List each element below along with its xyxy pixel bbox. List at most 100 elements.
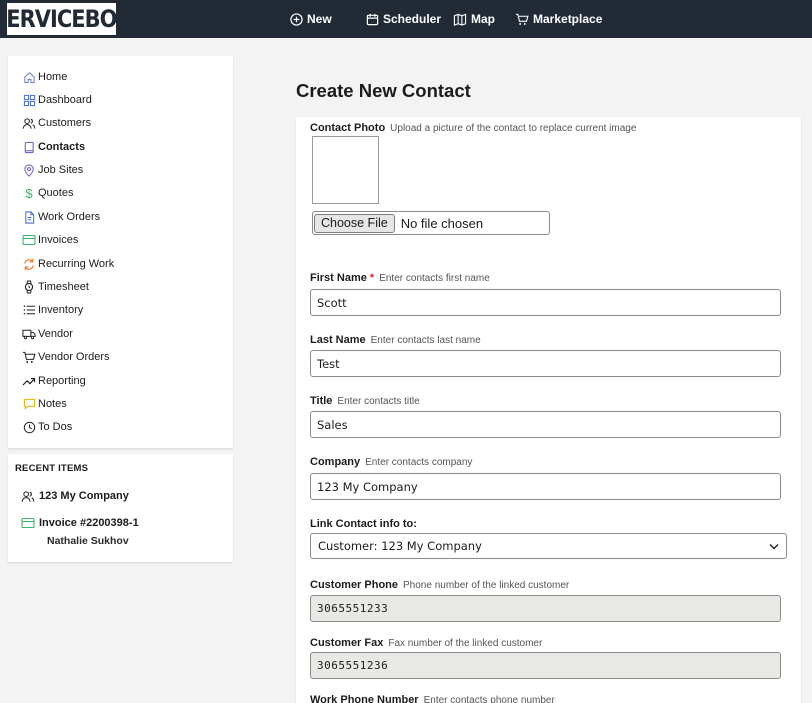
- sidebar: Home Dashboard Customers Contacts Job Si…: [8, 56, 233, 448]
- map-label: Map: [471, 12, 495, 26]
- sidebar-item-label: Quotes: [38, 187, 74, 199]
- recent-item-company[interactable]: 123 My Company: [21, 489, 129, 503]
- required-marker: *: [369, 272, 375, 284]
- sidebar-item-contacts[interactable]: Contacts: [22, 137, 85, 157]
- servicebox-logo[interactable]: SERVICEBOX: [0, 3, 132, 35]
- sidebar-item-label: Notes: [38, 398, 67, 410]
- marketplace-button[interactable]: Marketplace: [515, 0, 602, 38]
- contact-photo-label-text: Contact Photo: [310, 122, 386, 134]
- dollar-icon: $: [25, 185, 33, 201]
- contact-photo-preview: [312, 136, 379, 204]
- note-icon: [22, 397, 36, 411]
- marketplace-label: Marketplace: [533, 12, 603, 26]
- sidebar-item-quotes[interactable]: $ Quotes: [22, 183, 73, 203]
- sidebar-item-to-dos[interactable]: To Dos: [22, 417, 72, 437]
- customer-fax-label-text: Customer Fax: [310, 637, 384, 649]
- sidebar-item-work-orders[interactable]: Work Orders: [22, 207, 100, 227]
- sidebar-item-label: Reporting: [38, 375, 86, 387]
- users-icon: [21, 489, 37, 503]
- sidebar-item-inventory[interactable]: Inventory: [22, 300, 83, 320]
- last-name-hint: Enter contacts last name: [370, 335, 481, 346]
- refresh-icon: [22, 257, 36, 271]
- book-icon: [22, 140, 36, 154]
- sidebar-item-label: To Dos: [38, 421, 73, 433]
- contact-form: Contact Photo Upload a picture of the con…: [296, 117, 801, 703]
- sidebar-item-dashboard[interactable]: Dashboard: [22, 90, 92, 110]
- list-icon: [22, 303, 36, 317]
- sidebar-item-notes[interactable]: Notes: [22, 394, 67, 414]
- title-field[interactable]: Sales: [310, 411, 781, 438]
- new-button[interactable]: New: [290, 0, 332, 38]
- sidebar-item-timesheet[interactable]: Timesheet: [22, 277, 89, 297]
- chevron-down-icon: [769, 543, 779, 549]
- customer-fax-hint: Fax number of the linked customer: [388, 638, 543, 649]
- map-button[interactable]: Map: [453, 0, 495, 38]
- contact-photo-label: Contact Photo Upload a picture of the con…: [310, 122, 636, 134]
- sidebar-item-label: Vendor Orders: [38, 351, 110, 363]
- link-contact-label: Link Contact info to:: [310, 518, 417, 530]
- recent-item-label: Invoice #2200398-1: [39, 517, 139, 529]
- link-contact-select[interactable]: Customer: 123 My Company: [310, 533, 787, 559]
- sidebar-item-label: Timesheet: [38, 281, 89, 293]
- customer-phone-label: Customer Phone Phone number of the linked…: [310, 579, 569, 591]
- sidebar-item-label: Contacts: [38, 141, 86, 153]
- sidebar-item-home[interactable]: Home: [22, 67, 67, 87]
- customer-phone-field: 3065551233: [310, 595, 781, 622]
- scheduler-button[interactable]: Scheduler: [366, 0, 441, 38]
- first-name-label: First Name * Enter contacts first name: [310, 272, 490, 284]
- truck-icon: [22, 327, 36, 341]
- document-icon: [22, 210, 36, 224]
- contact-photo-file-input[interactable]: Choose File No file chosen: [312, 211, 550, 235]
- dashboard-icon: [22, 93, 36, 107]
- cart-icon: [22, 350, 36, 364]
- sidebar-item-reporting[interactable]: Reporting: [22, 371, 86, 391]
- link-contact-value: Customer: 123 My Company: [318, 539, 482, 553]
- title-label: Title Enter contacts title: [310, 395, 420, 407]
- first-name-label-text: First Name: [310, 272, 367, 284]
- sidebar-item-label: Work Orders: [38, 211, 101, 223]
- sidebar-item-label: Dashboard: [38, 94, 92, 106]
- company-label-text: Company: [310, 456, 361, 468]
- new-label: New: [307, 12, 332, 26]
- recent-item-invoice[interactable]: Invoice #2200398-1: [21, 516, 139, 530]
- sidebar-item-label: Inventory: [38, 304, 84, 316]
- customer-phone-label-text: Customer Phone: [310, 579, 399, 591]
- contact-photo-hint: Upload a picture of the contact to repla…: [390, 123, 637, 134]
- recent-items-panel: RECENT ITEMS 123 My Company Invoice #220…: [8, 454, 233, 562]
- first-name-field[interactable]: Scott: [310, 289, 781, 316]
- recent-items-title: RECENT ITEMS: [15, 463, 89, 474]
- map-icon: [453, 13, 467, 26]
- sidebar-item-label: Job Sites: [38, 164, 84, 176]
- sidebar-item-job-sites[interactable]: Job Sites: [22, 160, 83, 180]
- work-phone-label-text: Work Phone Number: [310, 694, 419, 703]
- recent-item-label: 123 My Company: [39, 490, 129, 502]
- calendar-icon: [366, 13, 379, 25]
- company-hint: Enter contacts company: [365, 457, 473, 468]
- sidebar-item-label: Recurring Work: [38, 258, 115, 270]
- company-field[interactable]: 123 My Company: [310, 473, 781, 500]
- last-name-label-text: Last Name: [310, 334, 366, 346]
- credit-card-icon: [22, 233, 36, 247]
- cart-icon: [515, 13, 529, 25]
- map-pin-icon: [22, 163, 36, 177]
- logo-text: SERVICEBOX: [0, 5, 132, 33]
- watch-icon: [22, 280, 36, 294]
- home-icon: [22, 70, 36, 84]
- sidebar-item-vendor[interactable]: Vendor: [22, 324, 73, 344]
- plus-circle-icon: [290, 12, 303, 26]
- customer-phone-hint: Phone number of the linked customer: [403, 580, 570, 591]
- title-hint: Enter contacts title: [337, 396, 420, 407]
- credit-card-icon: [21, 516, 37, 530]
- sidebar-item-customers[interactable]: Customers: [22, 113, 91, 133]
- recent-item-subtitle: Nathalie Sukhov: [47, 535, 129, 547]
- customer-fax-label: Customer Fax Fax number of the linked cus…: [310, 637, 542, 649]
- first-name-hint: Enter contacts first name: [379, 273, 490, 284]
- customer-fax-field: 3065551236: [310, 652, 781, 679]
- sidebar-item-vendor-orders[interactable]: Vendor Orders: [22, 347, 110, 367]
- sidebar-item-invoices[interactable]: Invoices: [22, 230, 78, 250]
- clock-icon: [22, 420, 36, 434]
- sidebar-item-label: Customers: [38, 117, 92, 129]
- choose-file-button[interactable]: Choose File: [314, 213, 395, 233]
- last-name-field[interactable]: Test: [310, 350, 781, 377]
- sidebar-item-recurring-work[interactable]: Recurring Work: [22, 254, 114, 274]
